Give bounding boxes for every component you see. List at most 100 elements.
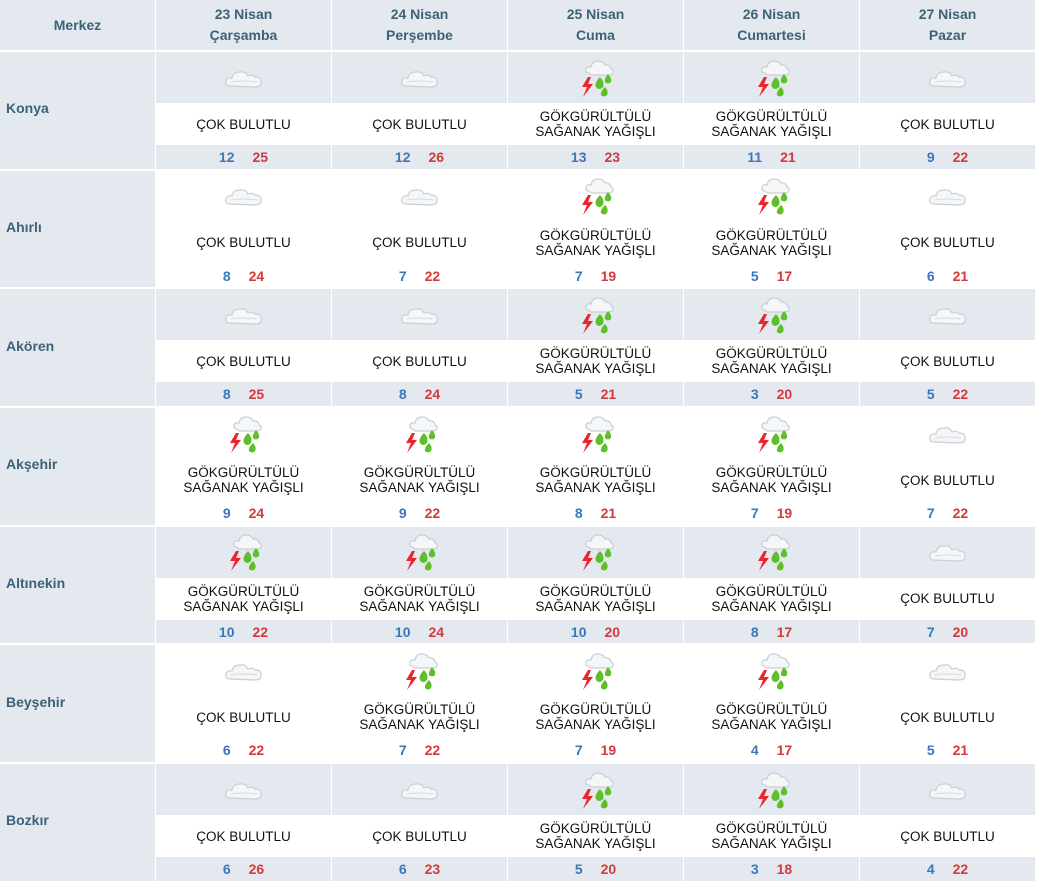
description-line-1: GÖKGÜRÜLTÜLÜ (715, 702, 828, 718)
description-line-1: ÇOK BULUTLU (900, 828, 995, 844)
description-line-2: SAĞANAK YAĞIŞLI (711, 124, 832, 139)
min-temperature: 7 (574, 267, 583, 284)
weather-icon-area (508, 170, 683, 222)
forecast-cell: ÇOK BULUTLU 5 21 (860, 645, 1036, 765)
description-line-2: SAĞANAK YAĞIŞLI (535, 598, 656, 614)
temperature-range: 6 21 (860, 263, 1035, 288)
description-line-1: ÇOK BULUTLU (900, 235, 995, 251)
description-line-2: SAĞANAK YAĞIŞLI (535, 242, 656, 258)
min-temperature: 11 (747, 148, 763, 165)
min-temperature: 9 (926, 148, 935, 165)
description-line-1: GÖKGÜRÜLTÜLÜ (539, 346, 652, 362)
weather-description: GÖKGÜRÜLTÜLÜ SAĞANAK YAĞIŞLI (684, 696, 859, 739)
cloud-icon (222, 656, 266, 686)
min-temperature: 6 (398, 860, 407, 877)
forecast-cell: GÖKGÜRÜLTÜLÜ SAĞANAK YAĞIŞLI 13 23 (508, 52, 684, 171)
description-line-1: ÇOK BULUTLU (196, 709, 291, 725)
forecast-cell: GÖKGÜRÜLTÜLÜ SAĞANAK YAĞIŞLI 5 20 (508, 764, 684, 883)
weather-description: GÖKGÜRÜLTÜLÜ SAĞANAK YAĞIŞLI (508, 459, 683, 502)
max-temperature: 22 (952, 860, 969, 877)
max-temperature: 20 (600, 860, 617, 877)
forecast-cell: ÇOK BULUTLU 12 25 (156, 52, 332, 171)
city-cell: Akşehir (0, 408, 156, 527)
min-temperature: 8 (574, 504, 583, 521)
thunder-shower-icon (750, 56, 794, 100)
min-temperature: 4 (750, 742, 759, 759)
weather-description: GÖKGÜRÜLTÜLÜ SAĞANAK YAĞIŞLI (684, 340, 859, 383)
forecast-cell: GÖKGÜRÜLTÜLÜ SAĞANAK YAĞIŞLI 3 18 (684, 764, 860, 883)
description-line-2: SAĞANAK YAĞIŞLI (359, 480, 480, 496)
min-temperature: 6 (926, 267, 935, 284)
thunder-shower-icon (750, 768, 794, 812)
weather-description: GÖKGÜRÜLTÜLÜ SAĞANAK YAĞIŞLI (684, 577, 859, 620)
forecast-cell: GÖKGÜRÜLTÜLÜ SAĞANAK YAĞIŞLI 9 24 (156, 408, 332, 527)
max-temperature: 26 (428, 148, 445, 165)
weather-icon-area (332, 408, 507, 460)
forecast-cell: GÖKGÜRÜLTÜLÜ SAĞANAK YAĞIŞLI 4 17 (684, 645, 860, 765)
description-line-1: GÖKGÜRÜLTÜLÜ (363, 583, 476, 599)
cloud-icon (926, 419, 970, 449)
temperature-range: 8 21 (508, 501, 683, 525)
description-line-2: SAĞANAK YAĞIŞLI (535, 480, 656, 496)
forecast-cell: GÖKGÜRÜLTÜLÜ SAĞANAK YAĞIŞLI 9 22 (332, 408, 508, 527)
thunder-shower-icon (574, 174, 618, 218)
cloud-icon (222, 181, 266, 211)
description-line-2: SAĞANAK YAĞIŞLI (711, 480, 832, 496)
forecast-cell: ÇOK BULUTLU 6 23 (332, 764, 508, 883)
description-line-1: GÖKGÜRÜLTÜLÜ (187, 583, 300, 599)
min-temperature: 4 (926, 860, 935, 877)
forecast-cell: GÖKGÜRÜLTÜLÜ SAĞANAK YAĞIŞLI 7 19 (508, 645, 684, 765)
weather-description: GÖKGÜRÜLTÜLÜ SAĞANAK YAĞIŞLI (684, 815, 859, 858)
cloud-icon (222, 775, 266, 805)
thunder-shower-icon (574, 412, 618, 456)
min-temperature: 13 (570, 148, 587, 165)
weather-icon-area (684, 764, 859, 816)
max-temperature: 24 (428, 623, 445, 640)
description-line-2: SAĞANAK YAĞIŞLI (535, 836, 656, 852)
temperature-range: 6 22 (156, 738, 331, 763)
forecast-cell: ÇOK BULUTLU 7 20 (860, 526, 1036, 646)
temperature-range: 7 19 (508, 263, 683, 288)
weather-description: ÇOK BULUTLU (156, 696, 331, 739)
thunder-shower-icon (222, 530, 266, 574)
description-line-1: GÖKGÜRÜLTÜLÜ (715, 227, 828, 243)
description-line-1: ÇOK BULUTLU (372, 828, 467, 844)
weather-description: ÇOK BULUTLU (860, 103, 1035, 145)
city-cell: Bozkır (0, 764, 156, 883)
weather-icon-area (156, 408, 331, 460)
min-temperature: 7 (750, 504, 759, 521)
weather-description: GÖKGÜRÜLTÜLÜ SAĞANAK YAĞIŞLI (508, 815, 683, 858)
weather-description: ÇOK BULUTLU (860, 340, 1035, 383)
description-line-2: SAĞANAK YAĞIŞLI (711, 598, 832, 614)
temperature-range: 6 23 (332, 857, 507, 881)
min-temperature: 8 (398, 386, 407, 403)
weather-icon-area (860, 645, 1035, 697)
temperature-range: 7 19 (508, 738, 683, 763)
thunder-shower-icon (750, 293, 794, 337)
cloud-icon (222, 300, 266, 330)
max-temperature: 18 (776, 860, 793, 877)
description-line-2: SAĞANAK YAĞIŞLI (711, 717, 832, 733)
description-line-2: SAĞANAK YAĞIŞLI (183, 480, 304, 496)
description-line-2: SAĞANAK YAĞIŞLI (535, 361, 656, 377)
description-line-1: ÇOK BULUTLU (372, 353, 467, 369)
header-weekday: Pazar (928, 27, 967, 43)
min-temperature: 9 (398, 504, 407, 521)
thunder-shower-icon (574, 649, 618, 693)
forecast-cell: ÇOK BULUTLU 9 22 (860, 52, 1036, 171)
forecast-cell: GÖKGÜRÜLTÜLÜ SAĞANAK YAĞIŞLI 10 20 (508, 526, 684, 646)
city-cell: Akören (0, 289, 156, 409)
thunder-shower-icon (574, 56, 618, 100)
min-temperature: 5 (926, 742, 935, 759)
cloud-icon (926, 181, 970, 211)
max-temperature: 22 (248, 742, 265, 759)
header-day-2: 24 Nisan Perşembe (332, 0, 508, 52)
max-temperature: 22 (424, 267, 441, 284)
weather-icon-area (508, 526, 683, 578)
temperature-range: 8 24 (332, 382, 507, 407)
temperature-range: 8 24 (156, 263, 331, 288)
description-line-2: SAĞANAK YAĞIŞLI (535, 124, 656, 139)
min-temperature: 3 (750, 386, 759, 403)
description-line-1: GÖKGÜRÜLTÜLÜ (539, 583, 652, 599)
weather-icon-area (508, 764, 683, 816)
